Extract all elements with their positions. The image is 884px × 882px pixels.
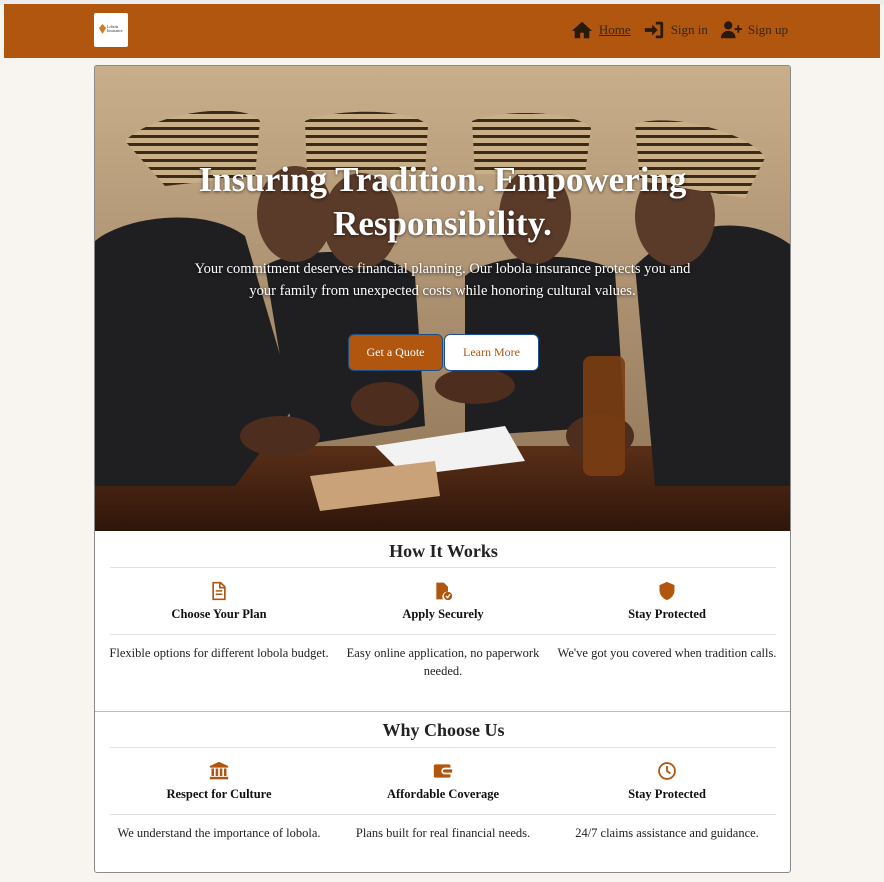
why-item-2-desc: Plans built for real financial needs. [355, 826, 531, 840]
why-item-1: Respect for Culture [109, 761, 329, 802]
why-choose-us-title: Why Choose Us [382, 720, 505, 740]
section-divider [110, 814, 776, 815]
logo-text: Lobola Insurance [107, 24, 123, 33]
why-item-1-heading: Respect for Culture [166, 787, 272, 801]
how-step-2: Apply Securely [333, 581, 553, 622]
document-icon [212, 581, 226, 601]
how-step-2-desc: Easy online application, no paperwork ne… [346, 646, 540, 678]
section-divider [110, 567, 776, 568]
how-it-works-title: How It Works [389, 541, 498, 561]
why-item-1-desc: We understand the importance of lobola. [117, 826, 321, 840]
why-item-2: Affordable Coverage [333, 761, 553, 802]
why-choose-us-section: Why Choose Us Respect for Culture Afford… [95, 712, 790, 872]
hero-title: Insuring Tradition. Empowering Responsib… [198, 160, 687, 243]
how-step-1-heading: Choose Your Plan [171, 607, 267, 621]
why-item-3-heading: Stay Protected [628, 787, 706, 801]
how-step-1: Choose Your Plan [109, 581, 329, 622]
sign-in-icon [644, 21, 663, 39]
section-divider [110, 747, 776, 748]
nav-signup-label: Sign up [747, 22, 788, 37]
how-step-1-desc: Flexible options for different lobola bu… [109, 646, 329, 660]
logo-mark-icon [99, 24, 106, 34]
get-quote-button[interactable]: Get a Quote [348, 334, 443, 371]
hero-buttons: Get a Quote Learn More [348, 334, 539, 371]
nav-signin[interactable]: Sign in [643, 19, 708, 41]
nav-links: Home Sign in Sign up [571, 18, 788, 42]
clock-icon [658, 762, 676, 780]
hero-subtitle: Your commitment deserves financial plann… [194, 261, 691, 299]
file-check-icon [436, 582, 453, 601]
main-card: Insuring Tradition. Empowering Responsib… [94, 65, 791, 873]
nav-signin-label: Sign in [670, 22, 708, 37]
home-icon [571, 21, 592, 39]
brand-logo[interactable]: Lobola Insurance [94, 13, 128, 47]
navbar: Lobola Insurance Home Sign in Sign up [4, 4, 880, 58]
how-step-3-heading: Stay Protected [628, 607, 706, 621]
how-it-works-section: How It Works Choose Your Plan Apply Secu… [95, 531, 790, 711]
bank-icon [209, 761, 229, 780]
nav-home[interactable]: Home [571, 19, 631, 41]
why-item-3-desc: 24/7 claims assistance and guidance. [575, 826, 759, 840]
how-step-3: Stay Protected [557, 581, 777, 622]
learn-more-button[interactable]: Learn More [444, 334, 539, 371]
shield-icon [659, 581, 675, 601]
wallet-icon [433, 764, 453, 778]
section-divider [110, 634, 776, 635]
hero-section: Insuring Tradition. Empowering Responsib… [95, 66, 790, 531]
user-plus-icon [720, 21, 742, 39]
why-item-3: Stay Protected [557, 761, 777, 802]
how-step-3-desc: We've got you covered when tradition cal… [557, 646, 777, 660]
nav-signup[interactable]: Sign up [720, 19, 788, 41]
why-item-2-heading: Affordable Coverage [386, 787, 500, 801]
nav-home-label: Home [598, 22, 631, 37]
how-step-2-heading: Apply Securely [402, 607, 484, 621]
